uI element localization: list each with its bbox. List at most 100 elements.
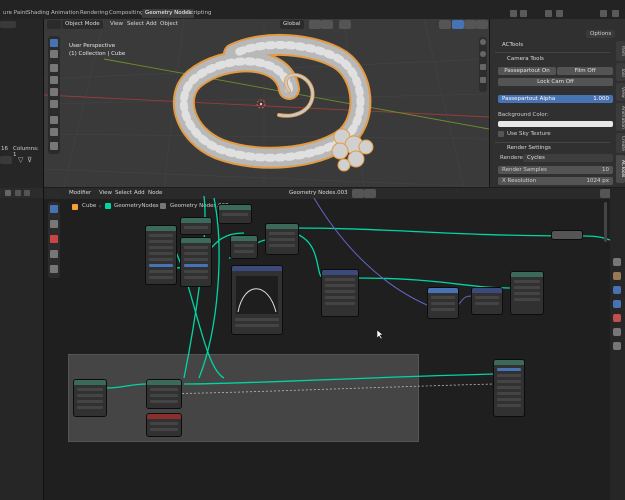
node-delete-geometry[interactable] [147, 414, 181, 436]
options-button[interactable]: Options [586, 30, 616, 38]
nav-gizmo-column [479, 37, 487, 92]
scale-tool-icon[interactable] [50, 88, 58, 96]
scene-properties-icon[interactable] [613, 314, 621, 322]
passepartout-on-button[interactable]: Passepartout On [498, 67, 556, 75]
node-set-position[interactable] [219, 205, 251, 223]
sky-texture-checkbox[interactable] [498, 131, 504, 137]
panel-title: ACTools [502, 42, 524, 48]
editor-type-icon[interactable] [5, 190, 11, 196]
snap-icon[interactable] [321, 20, 333, 29]
measure-tool-icon[interactable] [50, 128, 58, 136]
add-cube-tool-icon[interactable] [50, 142, 58, 150]
view-title: User Perspective [69, 43, 116, 49]
shading-material-icon[interactable] [464, 20, 476, 29]
move-tool-icon[interactable] [50, 64, 58, 72]
tab-compositing[interactable]: Compositing [106, 9, 146, 18]
tool-shelf [48, 36, 60, 154]
tab-scripting[interactable]: Scripting [184, 9, 214, 18]
funnel-icon[interactable]: ⊽ [27, 156, 32, 164]
zoom-icon[interactable] [480, 39, 486, 45]
node-mix[interactable] [322, 270, 358, 316]
film-off-button[interactable]: Film Off [557, 67, 613, 75]
view-layer-properties-icon[interactable] [613, 300, 621, 308]
node-reroute[interactable] [552, 231, 582, 239]
passepartout-alpha-label: Passepartout Alpha [502, 96, 556, 102]
pan-icon[interactable] [480, 51, 486, 57]
object-properties-icon[interactable] [613, 342, 621, 350]
node-editor[interactable]: Modifier View Select Add Node Geometry N… [44, 188, 610, 500]
transform-tool-icon[interactable] [50, 100, 58, 108]
render-samples-field[interactable]: Render Samples 10 [498, 166, 613, 174]
passepartout-alpha-value: 1.000 [593, 96, 609, 102]
filter-field[interactable] [0, 156, 12, 164]
rotate-tool-icon[interactable] [50, 76, 58, 84]
left-toolbar [0, 188, 43, 198]
select-tool-icon[interactable] [50, 39, 58, 47]
node-transform[interactable] [231, 236, 257, 258]
filter-icon[interactable]: ▽ [18, 156, 23, 164]
cursor-tool-icon[interactable] [50, 50, 58, 58]
camera-view-icon[interactable] [480, 64, 486, 70]
tool-properties-icon[interactable] [613, 258, 621, 266]
tab-actools[interactable]: ACTools [616, 155, 625, 183]
node-realize-instances[interactable] [147, 380, 181, 408]
view-layer-icon[interactable] [545, 10, 552, 17]
proportional-icon[interactable] [339, 20, 351, 29]
renderer-select[interactable]: Cycles [523, 154, 613, 162]
node-map-range[interactable] [428, 288, 458, 318]
tab-view[interactable]: View [616, 83, 625, 101]
left-panel: 16 Columns: 1 ▽ ⊽ [0, 19, 44, 500]
x-resolution-field[interactable]: X Resolution 1024 px [498, 177, 613, 185]
node-links [105, 195, 610, 395]
camera-tools-header[interactable]: Camera Tools [507, 56, 544, 62]
overlay-icon[interactable] [439, 20, 451, 29]
node-group-output[interactable] [494, 360, 524, 416]
lock-cam-off-button[interactable]: Lock Cam Off [498, 78, 613, 86]
editor-type-icon[interactable] [47, 20, 61, 29]
view-icon[interactable] [15, 190, 21, 196]
divider [495, 142, 610, 143]
grid-view-icon[interactable] [480, 77, 486, 83]
left-header-field[interactable] [0, 21, 16, 28]
world-properties-icon[interactable] [613, 328, 621, 336]
node-set-curve-radius[interactable] [511, 272, 543, 314]
properties-tabs [610, 188, 625, 500]
node-vector-math[interactable] [472, 288, 502, 314]
x-resolution-label: X Resolution [502, 178, 537, 184]
scene-dropdown-icon[interactable] [520, 10, 527, 17]
node-group-input[interactable] [146, 226, 176, 284]
tab-create[interactable]: Create [616, 133, 625, 153]
annotate-tool-icon[interactable] [50, 116, 58, 124]
object-menu[interactable]: Object [157, 20, 181, 29]
node-object-info[interactable] [74, 380, 106, 416]
node-float-curve[interactable] [232, 266, 282, 334]
transform-orientation[interactable]: Global [280, 20, 304, 29]
close-layer-icon[interactable] [612, 10, 619, 17]
background-color-swatch[interactable] [498, 121, 613, 127]
node-math[interactable] [181, 218, 211, 234]
render-settings-header[interactable]: Render Settings [507, 145, 551, 151]
mouse-pointer-icon [377, 330, 384, 340]
3d-viewport[interactable]: Object Mode View Select Add Object Globa… [44, 19, 489, 187]
vertical-scrollbar[interactable] [604, 202, 607, 242]
layer-icon[interactable] [600, 10, 607, 17]
scene-icon[interactable] [510, 10, 517, 17]
render-properties-icon[interactable] [613, 272, 621, 280]
render-samples-value: 10 [602, 167, 609, 173]
curve-widget[interactable] [236, 276, 278, 314]
render-icon[interactable] [556, 10, 563, 17]
passepartout-alpha-slider[interactable]: Passepartout Alpha 1.000 [498, 95, 613, 103]
tab-tool[interactable]: Tool [616, 63, 625, 81]
shading-rendered-icon[interactable] [476, 20, 488, 29]
mode-selector[interactable]: Object Mode [62, 20, 103, 29]
tab-item[interactable]: Item [616, 41, 625, 61]
workspace-bar: ure Paint Shading Animation Rendering Co… [0, 0, 625, 20]
output-properties-icon[interactable] [613, 286, 621, 294]
node-instance-on-points[interactable] [266, 224, 298, 254]
tab-animation[interactable]: Animation [616, 103, 625, 131]
sidebar-panel: Options ACTools Camera Tools Passepartou… [489, 19, 625, 187]
node-curve-to-mesh[interactable] [181, 238, 211, 286]
mode-icon[interactable] [24, 190, 30, 196]
pivot-icon[interactable] [309, 20, 321, 29]
shading-solid-icon[interactable] [452, 20, 464, 29]
